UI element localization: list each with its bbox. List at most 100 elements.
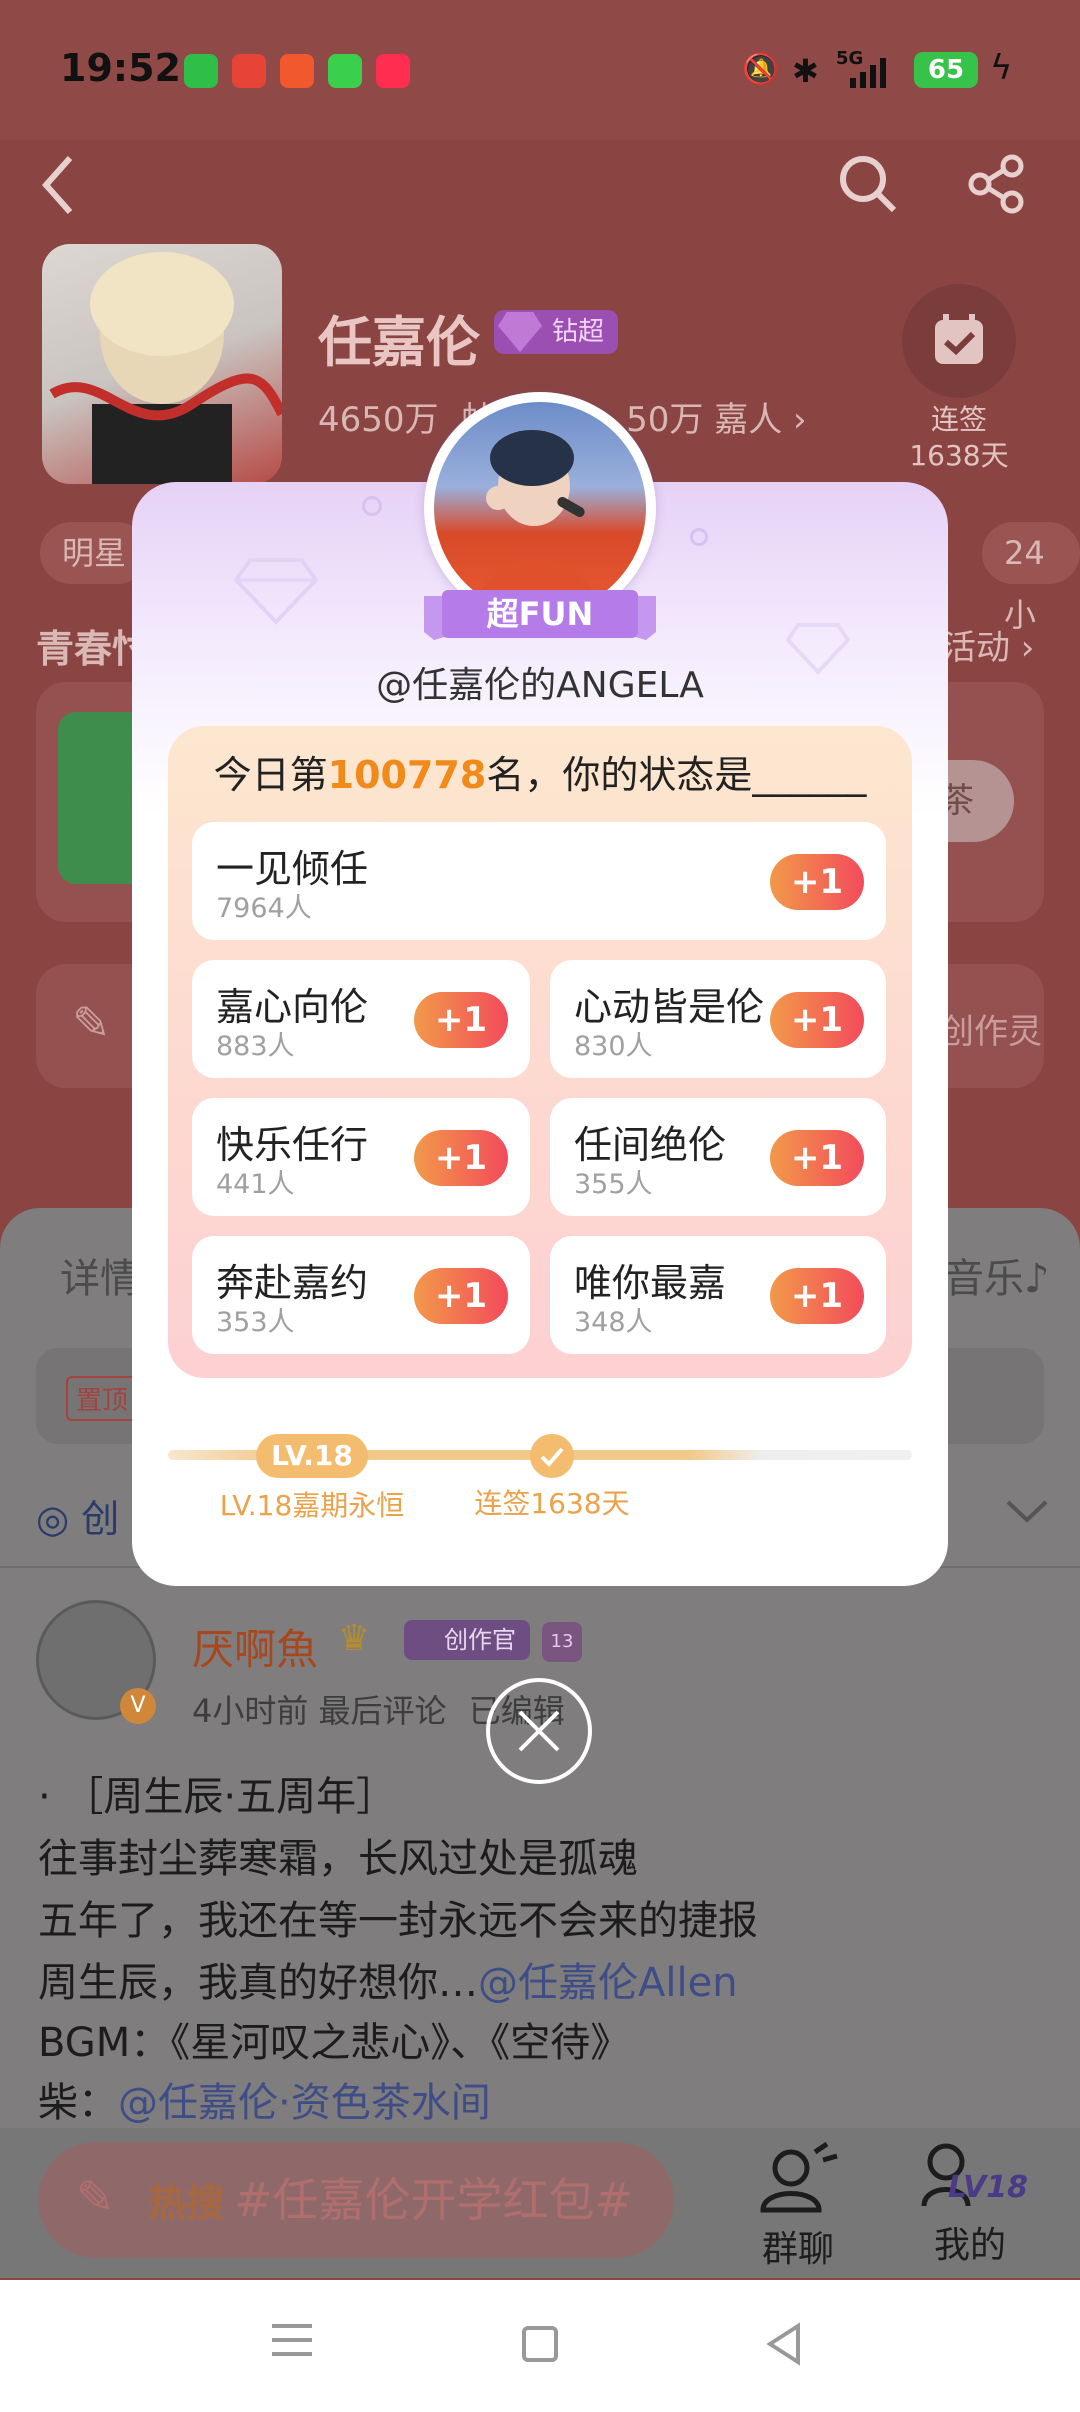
group-chat-button[interactable]: 群聊: [748, 2140, 848, 2270]
level-pill: LV.18: [256, 1434, 368, 1478]
rank-number: 100778: [327, 753, 487, 797]
wechat-icon: [184, 54, 218, 88]
close-icon: [518, 1710, 560, 1752]
rank-title: 超FUN: [486, 595, 594, 633]
chevron-left-icon[interactable]: [36, 150, 80, 220]
option-count: 830人: [574, 1031, 653, 1062]
vote-option[interactable]: 嘉心向伦 883人 +1: [192, 960, 530, 1078]
category-chip[interactable]: 24小: [982, 522, 1080, 634]
calendar-check-icon: [935, 314, 983, 364]
question-prefix: 今日第: [213, 753, 328, 797]
creator-row[interactable]: ◎ 创: [36, 1488, 119, 1543]
level-badge: 13: [542, 1622, 582, 1662]
post-line-text: 周生辰，我真的好想你…: [38, 1960, 478, 2006]
option-count: 353人: [216, 1307, 295, 1338]
user-avatar[interactable]: [434, 402, 646, 614]
mention-link[interactable]: @任嘉伦Allen: [478, 1960, 738, 2006]
plus-one-button[interactable]: +1: [414, 992, 508, 1048]
option-title: 心动皆是伦: [574, 985, 765, 1029]
pen-icon: ✎: [72, 996, 111, 1050]
mention-link[interactable]: @任嘉伦·资色茶水间: [118, 2080, 491, 2126]
vote-option[interactable]: 心动皆是伦 830人 +1: [550, 960, 886, 1078]
plus-one-button[interactable]: +1: [414, 1130, 508, 1186]
vote-option[interactable]: 任间绝伦 355人 +1: [550, 1098, 886, 1216]
post-line: 柴：@任嘉伦·资色茶水间: [38, 2070, 491, 2128]
plus-one-button[interactable]: +1: [770, 1130, 864, 1186]
pinned-badge: 置顶: [66, 1376, 139, 1421]
section-link-label: 活动: [942, 628, 1010, 668]
share-icon[interactable]: [966, 152, 1030, 216]
option-count: 355人: [574, 1169, 653, 1200]
option-count: 883人: [216, 1031, 295, 1062]
fans-count: 50万: [626, 400, 704, 440]
app-notification-icon: [232, 54, 266, 88]
app-notification-icon: [376, 54, 410, 88]
option-count: 348人: [574, 1307, 653, 1338]
profile-cover-image[interactable]: [42, 244, 282, 484]
section-link[interactable]: 活动 ›: [942, 620, 1034, 669]
followers-count: 4650万: [318, 400, 439, 440]
plus-one-button[interactable]: +1: [770, 854, 864, 910]
plus-one-button[interactable]: +1: [770, 992, 864, 1048]
option-title: 奔赴嘉约: [216, 1261, 369, 1305]
close-button[interactable]: [486, 1678, 592, 1784]
sign-in-label: 连签 1638天: [902, 402, 1016, 474]
check-icon: [530, 1434, 574, 1478]
creator-badge: 创作官: [404, 1620, 530, 1660]
app-notification-icon: [280, 54, 314, 88]
cover-art: [49, 252, 282, 484]
plus-one-button[interactable]: +1: [414, 1268, 508, 1324]
crown-icon: ♛: [338, 1618, 371, 1659]
tab-music[interactable]: 音乐♪: [944, 1246, 1050, 1304]
option-title: 快乐任行: [216, 1123, 369, 1167]
post-author[interactable]: 厌啊魚: [192, 1616, 318, 1677]
profile-name: 任嘉伦: [318, 311, 480, 374]
vote-option[interactable]: 一见倾任 7964人 +1: [192, 822, 886, 940]
bluetooth-icon: ✱: [792, 52, 819, 90]
post-line: 五年了，我还在等一封永远不会来的捷报: [38, 1898, 758, 1944]
plus-one-button[interactable]: +1: [770, 1268, 864, 1324]
app-notification-icon: [328, 54, 362, 88]
tab-music-label: 音乐: [944, 1256, 1024, 1302]
hot-search-input[interactable]: 热搜 #任嘉伦开学红包#: [38, 2142, 674, 2258]
charging-icon: ϟ: [990, 48, 1013, 88]
vote-option[interactable]: 快乐任行 441人 +1: [192, 1098, 530, 1216]
post-line: 往事封尘葬寒霜，长风过处是孤魂: [38, 1836, 638, 1882]
creation-label[interactable]: 创作灵: [940, 1004, 1042, 1053]
battery-indicator: 65: [914, 52, 978, 88]
chevron-right-icon: ›: [793, 400, 807, 440]
home-icon[interactable]: [522, 2326, 558, 2362]
chevron-down-icon[interactable]: [1004, 1496, 1050, 1526]
checkmark: [540, 1447, 564, 1467]
post-line: · ［周生辰·五周年］: [38, 1774, 397, 1820]
creator-row-label: 创: [81, 1497, 120, 1541]
tab-details[interactable]: 详情: [60, 1246, 140, 1304]
verified-badge: V: [120, 1688, 156, 1724]
option-title: 嘉心向伦: [216, 985, 369, 1029]
mine-button[interactable]: LV18 我的: [910, 2140, 1030, 2270]
signal-icon: [850, 58, 886, 88]
status-time: 19:52: [60, 46, 181, 90]
diamond-decoration-icon: [234, 558, 318, 625]
post-line: BGM：《星河叹之悲心》、《空待》: [38, 2020, 631, 2066]
post-line: 周生辰，我真的好想你…@任嘉伦Allen: [38, 1950, 738, 2008]
user-handle: @任嘉伦的ANGELA: [376, 665, 704, 706]
hot-search-topic: #任嘉伦开学红包#: [234, 2173, 634, 2227]
vote-option[interactable]: 奔赴嘉约 353人 +1: [192, 1236, 530, 1354]
sign-in-caption: 连签1638天: [474, 1487, 630, 1520]
mute-icon: 🔕: [742, 52, 780, 87]
option-count: 441人: [216, 1169, 295, 1200]
avatar-art: [474, 430, 604, 614]
search-icon[interactable]: [836, 152, 900, 216]
option-count: 7964人: [216, 893, 312, 924]
option-title: 唯你最嘉: [574, 1261, 727, 1305]
post-line-text: 柴：: [38, 2080, 118, 2126]
level-caption: LV.18嘉期永恒: [219, 1489, 405, 1522]
hot-search-label: 热搜: [148, 2181, 225, 2225]
vote-option[interactable]: 唯你最嘉 348人 +1: [550, 1236, 886, 1354]
sign-in-title: 连签: [930, 403, 987, 436]
back-icon[interactable]: [764, 2322, 804, 2366]
fans-label: 嘉人: [714, 400, 783, 440]
sign-in-button[interactable]: [902, 284, 1016, 398]
menu-icon[interactable]: [272, 2320, 312, 2360]
